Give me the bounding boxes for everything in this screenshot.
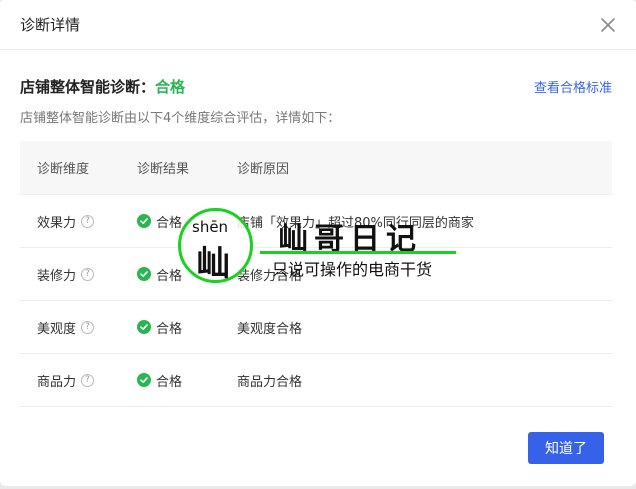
result-cell: 合格 (120, 212, 220, 231)
dimension-label: 商品力 (37, 374, 77, 390)
header-dimension: 诊断维度 (37, 162, 90, 177)
question-circle-icon[interactable]: ? (81, 267, 95, 281)
reason-cell: 商品力合格 (237, 374, 303, 390)
dimension-label: 美观度 (37, 321, 77, 337)
close-button[interactable] (598, 15, 618, 35)
result-label: 合格 (156, 321, 183, 337)
dimension-cell: 效果力 ? (20, 212, 120, 231)
result-label: 合格 (156, 215, 183, 231)
header-reason: 诊断原因 (237, 162, 290, 177)
dialog-header: 诊断详情 (0, 0, 636, 50)
dimension-label: 效果力 (37, 215, 77, 231)
header-result: 诊断结果 (137, 162, 190, 177)
table-row: 效果力 ? 合格 店铺「效果力」超过80%同行同层的商家 (20, 195, 612, 248)
dimension-cell: 装修力 ? (20, 265, 120, 284)
dialog-title: 诊断详情 (20, 16, 81, 34)
reason-cell: 装修力合格 (237, 268, 303, 284)
close-icon (601, 17, 615, 32)
result-label: 合格 (156, 374, 183, 390)
table-row: 商品力 ? 合格 商品力合格 (20, 354, 612, 407)
result-label: 合格 (156, 268, 183, 284)
reason-cell: 美观度合格 (237, 321, 303, 337)
check-circle-icon (137, 267, 151, 281)
check-circle-icon (137, 373, 151, 387)
view-criteria-link[interactable]: 查看合格标准 (534, 77, 612, 96)
summary-row: 店铺整体智能诊断：合格 查看合格标准 (20, 76, 612, 97)
question-circle-icon[interactable]: ? (81, 320, 95, 334)
reason-cell: 店铺「效果力」超过80%同行同层的商家 (237, 215, 474, 231)
diagnosis-dialog: 诊断详情 店铺整体智能诊断：合格 查看合格标准 店铺整体智能诊断由以下4个维度综… (0, 0, 636, 486)
table-row: 美观度 ? 合格 美观度合格 (20, 301, 612, 354)
ok-button[interactable]: 知道了 (528, 432, 604, 464)
dimension-cell: 商品力 ? (20, 371, 120, 390)
dimension-cell: 美观度 ? (20, 318, 120, 337)
summary-heading: 店铺整体智能诊断：合格 (20, 76, 185, 97)
table-header: 诊断维度 诊断结果 诊断原因 (20, 141, 612, 195)
check-circle-icon (137, 214, 151, 228)
check-circle-icon (137, 320, 151, 334)
result-cell: 合格 (120, 371, 220, 390)
result-cell: 合格 (120, 318, 220, 337)
question-circle-icon[interactable]: ? (81, 214, 95, 228)
result-cell: 合格 (120, 265, 220, 284)
summary-status: 合格 (155, 78, 186, 96)
table-row: 装修力 ? 合格 装修力合格 (20, 248, 612, 301)
summary-label: 店铺整体智能诊断： (20, 78, 156, 96)
dimension-label: 装修力 (37, 268, 77, 284)
diagnosis-table: 诊断维度 诊断结果 诊断原因 效果力 ? 合格 店铺「效果力」超过80%同行同层… (20, 141, 612, 407)
question-circle-icon[interactable]: ? (81, 373, 95, 387)
summary-subtitle: 店铺整体智能诊断由以下4个维度综合评估，详情如下： (20, 111, 341, 126)
